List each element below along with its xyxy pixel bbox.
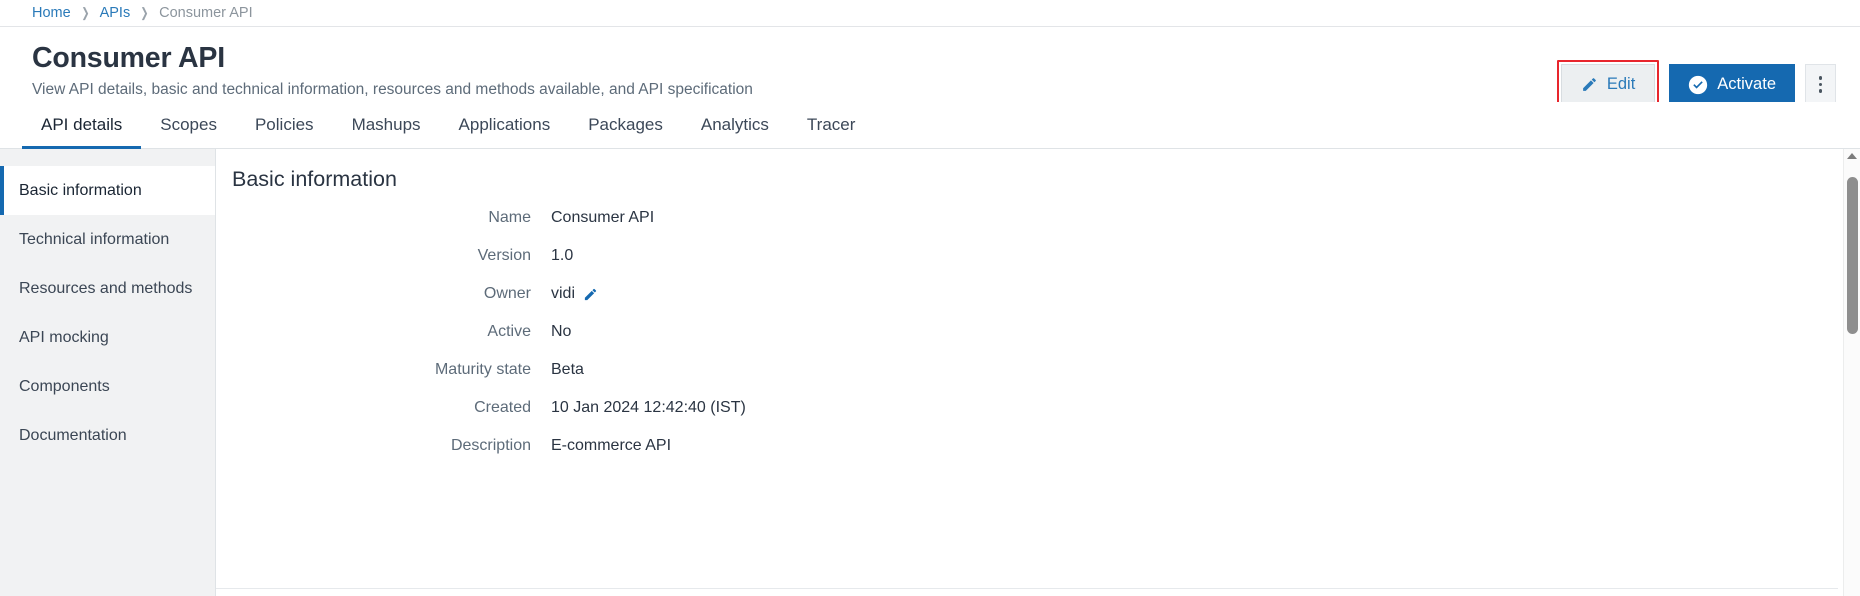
- side-navigation: Basic information Technical information …: [0, 149, 216, 596]
- breadcrumb-item-apis[interactable]: APIs: [100, 5, 131, 21]
- tab-analytics[interactable]: Analytics: [682, 115, 788, 148]
- field-label: Created: [474, 399, 531, 416]
- sidebar-item-label: API mocking: [19, 328, 109, 346]
- edit-button-label: Edit: [1606, 75, 1636, 93]
- sidebar-item-label: Documentation: [19, 426, 127, 444]
- tab-bar: API details Scopes Policies Mashups Appl…: [0, 102, 1860, 149]
- content-divider: [216, 588, 1838, 589]
- field-value: No: [551, 323, 571, 341]
- sidebar-item-api-mocking[interactable]: API mocking: [0, 313, 215, 362]
- sidebar-item-label: Resources and methods: [19, 279, 193, 297]
- field-value-text: Beta: [551, 361, 584, 378]
- activate-button[interactable]: Activate: [1669, 64, 1795, 105]
- page-body: Basic information Technical information …: [0, 149, 1860, 596]
- breadcrumb-separator-icon: ❯: [140, 5, 149, 20]
- tab-policies[interactable]: Policies: [236, 115, 333, 148]
- activate-button-label: Activate: [1717, 75, 1776, 93]
- field-label: Description: [450, 437, 531, 454]
- field-value: 10 Jan 2024 12:42:40 (IST): [551, 399, 746, 417]
- sidebar-item-technical-information[interactable]: Technical information: [0, 215, 215, 264]
- field-row-active: Active No: [216, 323, 1860, 361]
- scrollbar-thumb[interactable]: [1847, 177, 1858, 334]
- field-label: Active: [487, 323, 531, 340]
- field-row-version: Version 1.0: [216, 247, 1860, 285]
- sidebar-item-documentation[interactable]: Documentation: [0, 411, 215, 460]
- vertical-scrollbar[interactable]: [1843, 149, 1860, 596]
- field-value-text: E-commerce API: [551, 437, 672, 454]
- breadcrumb-item-home[interactable]: Home: [32, 5, 71, 21]
- caret-up-icon[interactable]: [1847, 153, 1857, 159]
- page-subtitle: View API details, basic and technical in…: [32, 81, 753, 98]
- breadcrumb-separator-icon: ❯: [81, 5, 90, 20]
- kebab-menu-icon: [1818, 82, 1823, 87]
- sidebar-item-components[interactable]: Components: [0, 362, 215, 411]
- check-circle-icon: [1688, 75, 1708, 95]
- field-label: Version: [477, 247, 531, 264]
- edit-owner-pencil-icon[interactable]: [583, 287, 598, 302]
- tab-mashups[interactable]: Mashups: [333, 115, 440, 148]
- field-label: Name: [488, 209, 531, 226]
- page-header: Consumer API View API details, basic and…: [0, 27, 1860, 109]
- sidebar-item-resources-and-methods[interactable]: Resources and methods: [0, 264, 215, 313]
- field-label: Maturity state: [434, 361, 531, 378]
- sidebar-item-label: Technical information: [19, 230, 170, 248]
- basic-information-panel: Basic information Name Consumer API Vers…: [216, 149, 1860, 596]
- breadcrumb-item-current: Consumer API: [159, 5, 253, 21]
- tab-packages[interactable]: Packages: [569, 115, 682, 148]
- tab-api-details[interactable]: API details: [22, 115, 142, 149]
- tab-applications[interactable]: Applications: [440, 115, 570, 148]
- sidebar-item-label: Components: [19, 377, 110, 395]
- field-row-owner: Owner vidi: [216, 285, 1860, 323]
- field-value: Consumer API: [551, 209, 654, 227]
- field-row-maturity-state: Maturity state Beta: [216, 361, 1860, 399]
- field-value-text: 1.0: [551, 247, 574, 264]
- more-options-button[interactable]: [1805, 64, 1836, 105]
- kebab-menu-icon: [1818, 76, 1823, 80]
- tab-scopes[interactable]: Scopes: [141, 115, 236, 148]
- field-value: Beta: [551, 361, 584, 379]
- section-title: Basic information: [232, 167, 397, 191]
- sidebar-item-label: Basic information: [19, 181, 142, 199]
- field-value: vidi: [551, 285, 598, 303]
- pencil-icon: [1581, 76, 1598, 93]
- field-value-text: 10 Jan 2024 12:42:40 (IST): [551, 399, 746, 416]
- field-value: E-commerce API: [551, 437, 671, 455]
- breadcrumb: Home ❯ APIs ❯ Consumer API: [0, 0, 1860, 27]
- field-value-text: vidi: [551, 285, 576, 302]
- field-value: 1.0: [551, 247, 573, 265]
- field-row-created: Created 10 Jan 2024 12:42:40 (IST): [216, 399, 1860, 437]
- kebab-menu-icon: [1818, 89, 1823, 93]
- field-value-text: Consumer API: [551, 209, 655, 226]
- field-row-name: Name Consumer API: [216, 209, 1860, 247]
- field-label: Owner: [483, 285, 531, 302]
- sidebar-item-basic-information[interactable]: Basic information: [0, 166, 215, 215]
- edit-button[interactable]: Edit: [1560, 64, 1656, 105]
- api-details-page: Home ❯ APIs ❯ Consumer API Consumer API …: [0, 0, 1860, 596]
- field-value-text: No: [551, 323, 572, 340]
- field-row-description: Description E-commerce API: [216, 437, 1860, 475]
- tab-tracer[interactable]: Tracer: [788, 115, 875, 148]
